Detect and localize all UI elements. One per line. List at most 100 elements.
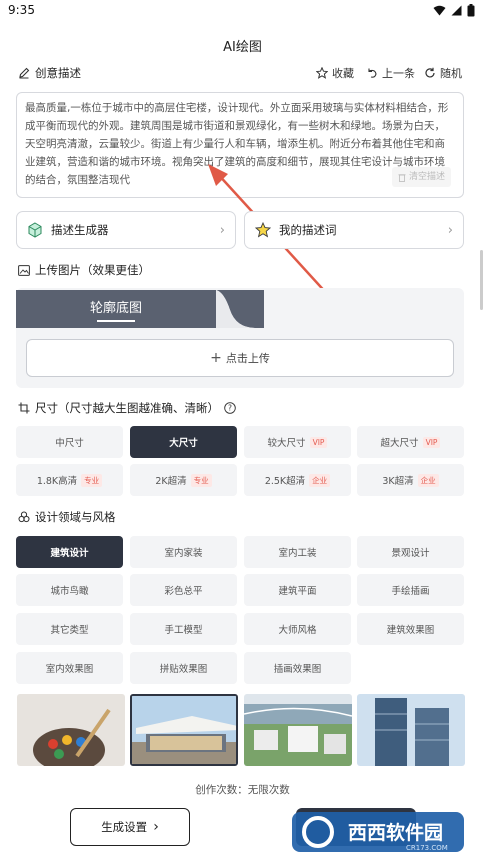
size-option-label: 超大尺寸: [380, 438, 419, 449]
star-outline-icon: [316, 67, 328, 79]
help-circle-icon[interactable]: ?: [224, 402, 236, 414]
size-option-2k[interactable]: 2K超清 专业: [130, 464, 237, 496]
size-option-1-8k[interactable]: 1.8K高清 专业: [16, 464, 123, 496]
creative-label: 创意描述: [35, 66, 81, 80]
size-option-label: 中尺寸: [55, 438, 84, 449]
page-title: AI绘图: [223, 40, 262, 55]
previous-button[interactable]: 上一条: [366, 65, 415, 81]
size-option-label: 2.5K超清: [264, 476, 306, 487]
style-option-label: 室内工装: [278, 548, 317, 559]
style-option-aerial[interactable]: 城市鸟瞰: [16, 574, 123, 606]
style-option-master-style[interactable]: 大师风格: [244, 613, 351, 645]
size-option-label: 3K超清: [382, 476, 414, 487]
style-option-label: 室内家装: [164, 548, 203, 559]
size-option-extra-large[interactable]: 超大尺寸 VIP: [357, 426, 464, 458]
style-option-label: 大师风格: [278, 625, 317, 636]
svg-text:CR173.COM: CR173.COM: [406, 844, 448, 852]
enterprise-badge: 企业: [417, 473, 439, 487]
style-option-arch-rendering[interactable]: 建筑效果图: [357, 613, 464, 645]
enterprise-badge: 企业: [309, 473, 331, 487]
tab-active-indicator: [97, 319, 135, 322]
image-icon: [18, 264, 30, 276]
generate-settings-label: 生成设置: [101, 820, 148, 834]
style-option-label: 建筑效果图: [386, 625, 435, 636]
style-option-label: 建筑平面: [278, 586, 317, 597]
random-button[interactable]: 随机: [424, 65, 462, 81]
style-thumbnail-architecture[interactable]: [130, 694, 238, 766]
style-option-other[interactable]: 其它类型: [16, 613, 123, 645]
style-option-color-site-plan[interactable]: 彩色总平: [130, 574, 237, 606]
svg-text:?: ?: [228, 404, 232, 413]
style-option-label: 室内效果图: [45, 664, 94, 675]
tab-outline-label: 轮廓底图: [89, 300, 142, 316]
clear-description-label: 清空描述: [408, 172, 445, 182]
status-time: 9:35: [8, 3, 35, 17]
size-option-2-5k[interactable]: 2.5K超清 企业: [244, 464, 351, 496]
style-thumbnail-aerial[interactable]: [244, 694, 352, 766]
style-option-hand-drawn[interactable]: 手绘插画: [357, 574, 464, 606]
style-option-handmade-model[interactable]: 手工模型: [130, 613, 237, 645]
style-option-interior-home[interactable]: 室内家装: [130, 536, 237, 568]
upload-section-header: 上传图片（效果更佳）: [18, 262, 150, 278]
style-option-label: 其它类型: [50, 625, 89, 636]
click-upload-label: 点击上传: [225, 352, 270, 365]
undo-icon: [368, 68, 377, 78]
tab-curve-decoration: [216, 290, 264, 328]
palette-icon: [18, 511, 30, 523]
pro-badge: 专业: [81, 473, 103, 487]
style-option-label: 插画效果图: [273, 664, 322, 675]
size-option-label: 1.8K高清: [36, 476, 78, 487]
random-label: 随机: [440, 67, 462, 80]
size-option-medium[interactable]: 中尺寸: [16, 426, 123, 458]
signal-icon: [451, 5, 462, 16]
chevron-right-icon: ›: [447, 222, 453, 238]
tab-outline-base-image[interactable]: 轮廓底图: [16, 290, 216, 328]
crop-icon: [18, 402, 30, 414]
style-option-label: 拼贴效果图: [159, 664, 208, 675]
click-upload-button[interactable]: + 点击上传: [26, 339, 454, 377]
size-option-label: 较大尺寸: [267, 438, 306, 449]
style-option-floor-plan[interactable]: 建筑平面: [244, 574, 351, 606]
status-bar: 9:35: [0, 0, 485, 24]
style-option-label: 手绘插画: [391, 586, 430, 597]
clear-description-button[interactable]: 清空描述: [391, 167, 451, 187]
star-filled-icon: [255, 222, 271, 238]
style-option-interior-rendering[interactable]: 室内效果图: [16, 652, 123, 684]
creation-count: 创作次数：无限次数: [195, 784, 290, 796]
prompt-generator-card[interactable]: 描述生成器 ›: [16, 211, 236, 249]
style-option-interior-commercial[interactable]: 室内工装: [244, 536, 351, 568]
style-option-collage-rendering[interactable]: 拼贴效果图: [130, 652, 237, 684]
svg-text:西西软件园: 西西软件园: [348, 821, 443, 844]
favorite-label: 收藏: [332, 67, 354, 80]
pro-badge: 专业: [190, 473, 212, 487]
refresh-icon: [425, 67, 435, 78]
style-option-label: 城市鸟瞰: [50, 586, 89, 597]
my-prompts-label: 我的描述词: [279, 223, 337, 237]
vip-badge: VIP: [309, 436, 328, 448]
style-option-architecture[interactable]: 建筑设计: [16, 536, 123, 568]
style-thumbnail-tower[interactable]: [357, 694, 465, 766]
generate-settings-button[interactable]: 生成设置 ›: [70, 808, 190, 846]
style-section-header: 设计领域与风格: [18, 509, 116, 525]
pencil-icon: [19, 67, 30, 79]
size-option-large[interactable]: 大尺寸: [130, 426, 237, 458]
style-option-illustration-rendering[interactable]: 插画效果图: [244, 652, 351, 684]
wifi-icon: [433, 5, 446, 16]
my-prompts-card[interactable]: 我的描述词 ›: [244, 211, 464, 249]
style-option-label: 彩色总平: [164, 586, 203, 597]
chevron-right-icon: ›: [219, 222, 225, 238]
size-section-header: 尺寸（尺寸越大生图越准确、清晰） ?: [18, 400, 236, 416]
size-option-larger[interactable]: 较大尺寸 VIP: [244, 426, 351, 458]
scrollbar[interactable]: [480, 250, 483, 310]
plus-icon: +: [210, 350, 222, 366]
cube-icon: [28, 222, 42, 238]
size-option-3k[interactable]: 3K超清 企业: [357, 464, 464, 496]
style-thumbnail-palette[interactable]: [17, 694, 125, 766]
favorite-button[interactable]: 收藏: [316, 65, 354, 81]
style-option-label: 建筑设计: [50, 548, 89, 559]
style-option-landscape[interactable]: 景观设计: [357, 536, 464, 568]
size-option-label: 大尺寸: [169, 438, 198, 449]
watermark-logo: 西西软件园 CR173.COM: [292, 812, 464, 852]
battery-icon: [467, 4, 475, 17]
size-label: 尺寸（尺寸越大生图越准确、清晰）: [35, 401, 219, 415]
